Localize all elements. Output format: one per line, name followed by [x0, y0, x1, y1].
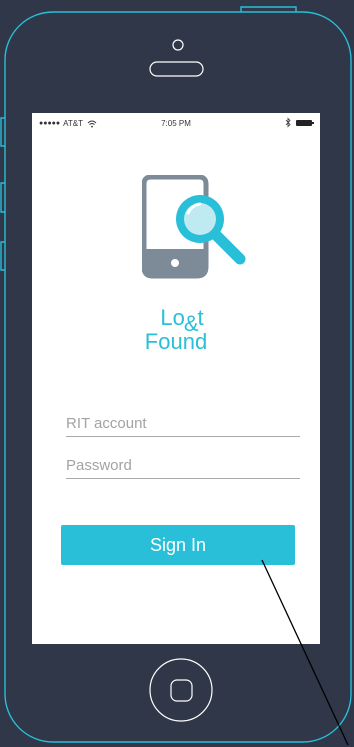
- brand-line-2: Found: [144, 329, 208, 354]
- phone-screen: ●●●●● AT&T 7:05 PM Lo&t Found RIT accoun…: [32, 113, 320, 644]
- power-button-outline: [240, 6, 297, 12]
- password-input[interactable]: [66, 457, 300, 479]
- brand-line-1: Lo&t: [38, 305, 326, 336]
- brand-lo: Lo: [160, 305, 185, 330]
- app-brand: Lo&t Found: [32, 306, 320, 354]
- status-bar: ●●●●● AT&T 7:05 PM: [32, 113, 320, 133]
- status-time: 7:05 PM: [161, 119, 191, 128]
- battery-icon: [296, 120, 314, 126]
- rit-account-input[interactable]: [66, 415, 300, 437]
- mockup-stage: ●●●●● AT&T 7:05 PM Lo&t Found RIT accoun…: [0, 0, 354, 747]
- home-button-icon[interactable]: [149, 658, 213, 722]
- bluetooth-icon: [285, 117, 291, 128]
- phone-magnifier-icon: [142, 175, 246, 279]
- brand-ampersand: &: [183, 311, 199, 336]
- sign-in-button[interactable]: Sign In: [61, 525, 295, 565]
- front-camera-icon: [172, 39, 184, 51]
- home-square-icon: [170, 679, 193, 702]
- speaker-grill-icon: [149, 61, 204, 77]
